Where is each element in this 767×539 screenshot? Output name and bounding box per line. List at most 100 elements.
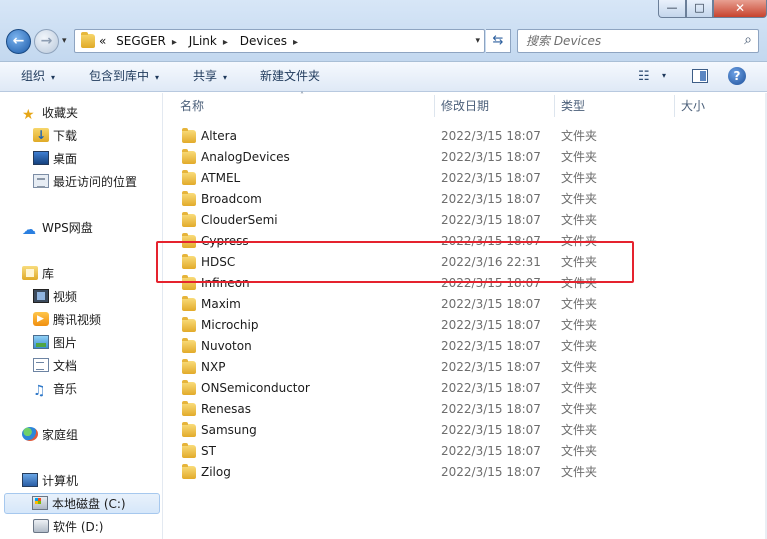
file-modified-date: 2022/3/15 18:07 (441, 171, 541, 185)
file-name: Cypress (201, 234, 249, 248)
share-button[interactable]: 共享 ▾ (193, 62, 227, 91)
address-path-box[interactable]: « SEGGER ▸ JLink ▸ Devices ▸ ▾ (74, 29, 485, 53)
column-header-name[interactable]: 名称 (180, 93, 204, 119)
nav-libraries[interactable]: 库 (22, 264, 54, 285)
nav-drive-c[interactable]: 本地磁盘 (C:) (4, 493, 160, 514)
organize-button[interactable]: 组织 ▾ (21, 62, 55, 91)
breadcrumb-chevron-icon[interactable]: ▸ (223, 37, 228, 48)
file-row-renesas[interactable]: Renesas 2022/3/15 18:07 文件夹 (164, 399, 767, 420)
nav-label: 本地磁盘 (C:) (52, 497, 126, 511)
close-button[interactable]: ✕ (713, 0, 767, 18)
file-row-cloudersemi[interactable]: ClouderSemi 2022/3/15 18:07 文件夹 (164, 210, 767, 231)
view-options-dropdown[interactable]: ▾ (662, 71, 666, 80)
breadcrumb-chevron-icon[interactable]: ▸ (293, 37, 298, 48)
column-header-size[interactable]: 大小 (681, 93, 705, 119)
file-modified-date: 2022/3/15 18:07 (441, 465, 541, 479)
include-in-library-button[interactable]: 包含到库中 ▾ (89, 62, 159, 91)
file-type: 文件夹 (561, 381, 598, 395)
file-row-st[interactable]: ST 2022/3/15 18:07 文件夹 (164, 441, 767, 462)
file-row-zilog[interactable]: Zilog 2022/3/15 18:07 文件夹 (164, 462, 767, 483)
file-modified-date: 2022/3/15 18:07 (441, 381, 541, 395)
preview-pane-icon[interactable] (692, 69, 708, 83)
breadcrumb-chevron-icon[interactable]: ▸ (172, 37, 177, 48)
file-row-nuvoton[interactable]: Nuvoton 2022/3/15 18:07 文件夹 (164, 336, 767, 357)
column-header-type[interactable]: 类型 (561, 93, 585, 119)
column-divider[interactable] (434, 95, 435, 117)
breadcrumb-jlink[interactable]: JLink (189, 34, 217, 48)
breadcrumb-devices[interactable]: Devices (240, 34, 287, 48)
desktop-icon (33, 151, 49, 165)
breadcrumb-segger[interactable]: SEGGER (116, 34, 166, 48)
folder-icon (182, 128, 196, 143)
folder-icon (182, 380, 196, 395)
nav-documents[interactable]: 文档 (33, 356, 77, 377)
file-type: 文件夹 (561, 423, 598, 437)
file-row-infineon[interactable]: Infineon 2022/3/15 18:07 文件夹 (164, 273, 767, 294)
nav-desktop[interactable]: 桌面 (33, 149, 77, 170)
search-input[interactable] (526, 32, 726, 50)
nav-drive-d[interactable]: 软件 (D:) (33, 517, 103, 538)
file-type: 文件夹 (561, 297, 598, 311)
file-row-altera[interactable]: Altera 2022/3/15 18:07 文件夹 (164, 126, 767, 147)
file-row-atmel[interactable]: ATMEL 2022/3/15 18:07 文件夹 (164, 168, 767, 189)
file-modified-date: 2022/3/15 18:07 (441, 213, 541, 227)
file-row-analogdevices[interactable]: AnalogDevices 2022/3/15 18:07 文件夹 (164, 147, 767, 168)
nav-label: 文档 (53, 359, 78, 373)
help-icon[interactable]: ? (728, 67, 746, 85)
minimize-button[interactable]: — (658, 0, 686, 18)
folder-icon (182, 338, 196, 353)
document-library-icon (33, 358, 49, 372)
file-name: NXP (201, 360, 226, 374)
file-type: 文件夹 (561, 444, 598, 458)
recent-pages-dropdown[interactable]: ▾ (62, 36, 67, 46)
file-row-maxim[interactable]: Maxim 2022/3/15 18:07 文件夹 (164, 294, 767, 315)
file-row-nxp[interactable]: NXP 2022/3/15 18:07 文件夹 (164, 357, 767, 378)
tencent-video-icon (33, 312, 49, 326)
file-modified-date: 2022/3/15 18:07 (441, 276, 541, 290)
file-modified-date: 2022/3/15 18:07 (441, 339, 541, 353)
maximize-button[interactable]: □ (686, 0, 713, 18)
file-type: 文件夹 (561, 129, 598, 143)
video-library-icon (33, 289, 49, 303)
nav-downloads[interactable]: 下载 (33, 125, 77, 147)
nav-wps-cloud[interactable]: ☁ WPS网盘 (22, 218, 93, 239)
nav-favorites[interactable]: ★ 收藏夹 (22, 103, 78, 124)
file-modified-date: 2022/3/15 18:07 (441, 402, 541, 416)
file-name: Maxim (201, 297, 241, 311)
file-name: Altera (201, 129, 237, 143)
forward-button[interactable]: → (34, 29, 59, 54)
address-dropdown-icon[interactable]: ▾ (475, 30, 480, 52)
file-row-hdsc[interactable]: HDSC 2022/3/16 22:31 文件夹 (164, 252, 767, 273)
nav-homegroup[interactable]: 家庭组 (22, 425, 78, 446)
change-view-icon[interactable]: ☷ (638, 69, 650, 84)
picture-library-icon (33, 335, 49, 349)
forward-arrow-icon: → (40, 33, 53, 49)
file-modified-date: 2022/3/15 18:07 (441, 234, 541, 248)
refresh-button[interactable]: ⇆ (486, 29, 511, 53)
nav-videos[interactable]: 视频 (33, 287, 77, 308)
back-arrow-icon: ← (12, 33, 25, 49)
file-row-microchip[interactable]: Microchip 2022/3/15 18:07 文件夹 (164, 315, 767, 336)
nav-pictures[interactable]: 图片 (33, 333, 77, 354)
file-name: Zilog (201, 465, 231, 479)
nav-music[interactable]: ♫ 音乐 (33, 379, 77, 400)
file-row-onsemiconductor[interactable]: ONSemiconductor 2022/3/15 18:07 文件夹 (164, 378, 767, 399)
column-divider[interactable] (674, 95, 675, 117)
file-row-broadcom[interactable]: Broadcom 2022/3/15 18:07 文件夹 (164, 189, 767, 210)
nav-computer[interactable]: 计算机 (22, 471, 78, 492)
column-divider[interactable] (554, 95, 555, 117)
file-name: AnalogDevices (201, 150, 290, 164)
back-button[interactable]: ← (6, 29, 31, 54)
file-modified-date: 2022/3/15 18:07 (441, 192, 541, 206)
new-folder-button[interactable]: 新建文件夹 (260, 62, 320, 91)
breadcrumb-overflow[interactable]: « (99, 34, 106, 48)
file-row-cypress[interactable]: Cypress 2022/3/15 18:07 文件夹 (164, 231, 767, 252)
file-modified-date: 2022/3/15 18:07 (441, 444, 541, 458)
nav-recent-places[interactable]: 最近访问的位置 (33, 172, 137, 193)
column-header-modified[interactable]: 修改日期 (441, 93, 489, 119)
file-row-samsung[interactable]: Samsung 2022/3/15 18:07 文件夹 (164, 420, 767, 441)
folder-icon (182, 212, 196, 227)
nav-tencent-video[interactable]: 腾讯视频 (33, 310, 101, 331)
file-name: Broadcom (201, 192, 262, 206)
search-icon[interactable]: ⌕ (744, 32, 752, 48)
